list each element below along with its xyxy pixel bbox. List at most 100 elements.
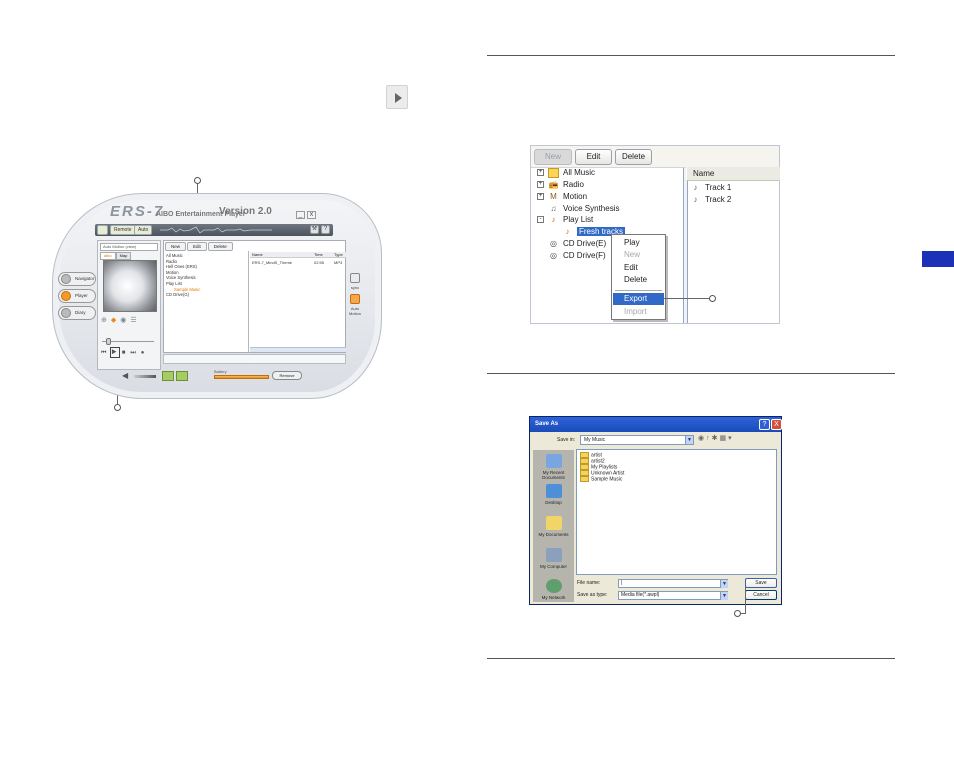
remove-button[interactable]: Remove bbox=[272, 371, 302, 380]
edit-button[interactable]: Edit bbox=[187, 242, 207, 251]
sync-label: sync bbox=[350, 285, 360, 290]
menu-item-import[interactable]: Import bbox=[613, 306, 664, 318]
position-slider-knob[interactable] bbox=[106, 338, 111, 345]
expand-icon[interactable]: + bbox=[537, 181, 544, 189]
play-highlight bbox=[110, 347, 120, 358]
place-recent-documents[interactable]: My Recent Documents bbox=[533, 454, 574, 480]
save-button[interactable]: Save bbox=[745, 578, 777, 588]
music-panel: New Edit Delete All Music Radio Hell Ones … bbox=[163, 240, 346, 353]
navigator-label: Navigator bbox=[75, 276, 95, 281]
place-my-computer[interactable]: My Computer bbox=[533, 548, 574, 569]
chevron-down-icon[interactable]: ▼ bbox=[685, 436, 693, 444]
player-button[interactable]: Player bbox=[58, 289, 96, 303]
close-button[interactable]: x bbox=[307, 211, 316, 219]
column-type[interactable]: Type bbox=[334, 252, 343, 257]
volume-bar[interactable] bbox=[134, 375, 156, 378]
music-tree[interactable]: All Music Radio Hell Ones (ERS) Motion V… bbox=[166, 253, 200, 298]
tree-label: Motion bbox=[563, 192, 588, 201]
edit-button[interactable]: Edit bbox=[575, 149, 612, 165]
file-list[interactable]: artist artist2 My Playlists Unknown Arti… bbox=[576, 449, 777, 575]
tree-item[interactable]: Hell Ones (ERS) bbox=[166, 264, 200, 270]
motion-combo[interactable]: Auto Motion (view) bbox=[100, 243, 158, 251]
tree-item[interactable]: CD Drive(G) bbox=[166, 292, 200, 298]
help-icon[interactable]: ? bbox=[321, 225, 330, 234]
track-row[interactable]: ♪ Track 1 bbox=[690, 182, 732, 194]
place-label: My Recent Documents bbox=[542, 470, 565, 480]
delete-button[interactable]: Delete bbox=[207, 242, 233, 251]
menu-item-edit[interactable]: Edit bbox=[613, 262, 664, 274]
tab-aibo[interactable]: aibo bbox=[100, 252, 116, 260]
track-row[interactable]: ♪ Track 2 bbox=[690, 194, 732, 206]
green-button[interactable] bbox=[176, 371, 188, 381]
save-in-combo[interactable]: My Music ▼ bbox=[580, 435, 694, 445]
pane-divider[interactable] bbox=[248, 251, 249, 353]
new-button[interactable]: New bbox=[534, 149, 572, 165]
tab-map[interactable]: Map bbox=[115, 252, 132, 260]
bottom-bar: ◀ Battery Remove bbox=[122, 369, 336, 382]
place-my-network[interactable]: My Network bbox=[533, 579, 574, 600]
diary-label: Diary bbox=[75, 310, 86, 315]
tree-item-radio[interactable]: + 📻 Radio bbox=[537, 179, 584, 191]
place-desktop[interactable]: Desktop bbox=[533, 484, 574, 505]
tree-item-motion[interactable]: + M Motion bbox=[537, 191, 587, 203]
save-as-type-select[interactable]: Media file(*.awpl) bbox=[618, 591, 728, 600]
menu-item-new[interactable]: New bbox=[613, 249, 664, 261]
tree-label: Radio bbox=[563, 180, 584, 189]
pane-splitter[interactable] bbox=[684, 168, 688, 323]
column-time[interactable]: Time bbox=[314, 252, 323, 257]
chevron-down-icon[interactable]: ▼ bbox=[720, 592, 728, 600]
diary-icon bbox=[61, 308, 71, 318]
file-name-input[interactable]: | bbox=[618, 579, 728, 588]
tree-label: Play List bbox=[563, 215, 594, 224]
auto-motion-icon[interactable] bbox=[350, 294, 360, 304]
cancel-button[interactable]: Cancel bbox=[745, 590, 777, 600]
column-name[interactable]: Name bbox=[252, 252, 263, 257]
tree-item-cd-drive-e[interactable]: ◎ CD Drive(E) bbox=[548, 238, 606, 250]
file-name-label: File name: bbox=[577, 580, 601, 586]
sync-icon[interactable] bbox=[350, 273, 360, 283]
wrench-icon[interactable]: ⚒ bbox=[310, 225, 319, 234]
menu-item-delete[interactable]: Delete bbox=[613, 274, 664, 286]
speaker-icon[interactable]: ◀ bbox=[122, 371, 128, 380]
expand-icon[interactable]: + bbox=[537, 193, 544, 201]
motion-control-icons[interactable]: ⊕◆◉☰ bbox=[101, 316, 141, 324]
collapse-icon[interactable]: - bbox=[537, 216, 544, 224]
minimize-button[interactable]: _ bbox=[296, 211, 305, 219]
remote-tab[interactable]: Remote bbox=[110, 225, 136, 235]
chevron-down-icon[interactable]: ▼ bbox=[720, 580, 728, 588]
tree-item-cd-drive-f[interactable]: ◎ CD Drive(F) bbox=[548, 250, 606, 262]
transport-controls[interactable]: ⏮▶■⏭● bbox=[101, 350, 149, 357]
place-my-documents[interactable]: My Documents bbox=[533, 516, 574, 537]
help-button[interactable]: ? bbox=[759, 419, 770, 430]
tree-label: All Music bbox=[563, 168, 596, 177]
expand-icon[interactable]: + bbox=[537, 169, 544, 177]
dialog-toolbar[interactable]: ◉↑✱▦▾ bbox=[698, 434, 734, 442]
folder-item[interactable]: Sample Music bbox=[580, 476, 622, 482]
tree-label: Voice Synthesis bbox=[563, 204, 620, 213]
player-icon bbox=[61, 291, 71, 301]
menu-item-export[interactable]: Export bbox=[613, 293, 664, 305]
column-header-name[interactable]: Name bbox=[686, 167, 780, 181]
green-button[interactable] bbox=[162, 371, 174, 381]
waveform-display bbox=[160, 226, 272, 234]
navigator-button[interactable]: Navigator bbox=[58, 272, 96, 286]
tree-item-play-list[interactable]: - ♪ Play List bbox=[537, 214, 593, 226]
aibo-image bbox=[103, 260, 157, 312]
delete-button[interactable]: Delete bbox=[615, 149, 652, 165]
tree-item-all-music[interactable]: + All Music bbox=[537, 167, 595, 179]
diary-button[interactable]: Diary bbox=[58, 306, 96, 320]
auto-tab[interactable]: Auto bbox=[134, 225, 153, 235]
home-tab[interactable] bbox=[97, 225, 108, 235]
tree-label: CD Drive(E) bbox=[563, 239, 607, 248]
save-as-dialog: Save As ? X Save in: My Music ▼ ◉↑✱▦▾ My … bbox=[529, 416, 782, 605]
close-button[interactable]: X bbox=[771, 419, 782, 430]
play-button-icon[interactable] bbox=[386, 85, 408, 109]
my-network-icon bbox=[545, 579, 562, 593]
menu-item-play[interactable]: Play bbox=[613, 237, 664, 249]
folder-icon bbox=[548, 167, 559, 178]
horizontal-scrollbar[interactable] bbox=[250, 347, 346, 352]
my-documents-icon bbox=[545, 516, 562, 530]
track-label: Track 1 bbox=[705, 183, 732, 192]
list-row[interactable]: ERS-7_MindS_Theme 02:55 MP3 bbox=[252, 260, 346, 265]
new-button[interactable]: New bbox=[165, 242, 187, 251]
